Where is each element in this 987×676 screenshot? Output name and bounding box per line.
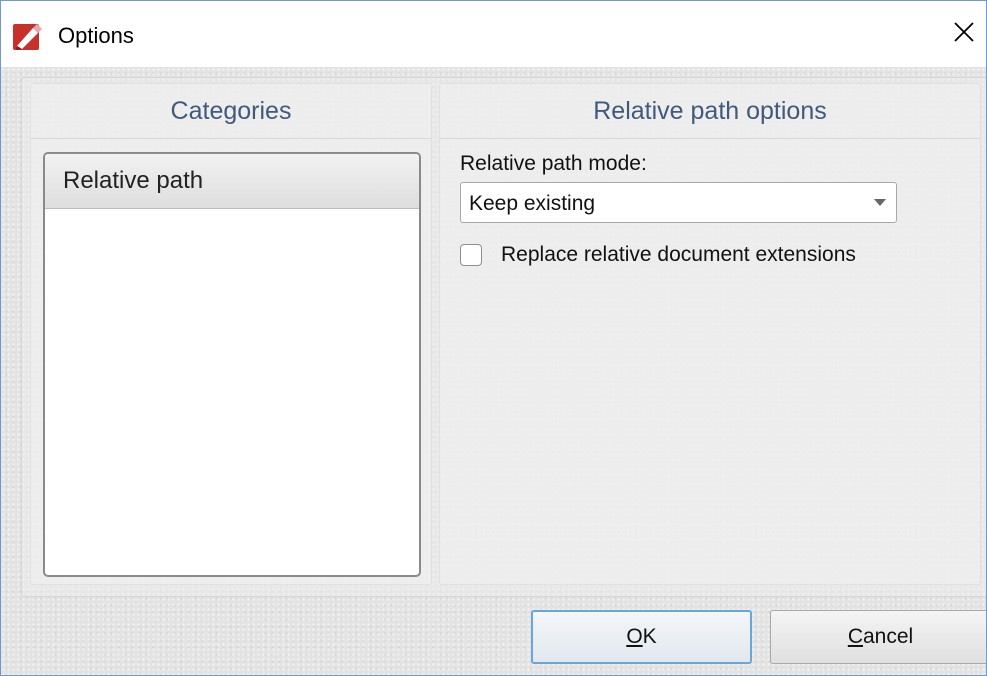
relative-path-mode-value: Keep existing	[469, 192, 596, 215]
cancel-accelerator: C	[847, 625, 863, 648]
close-icon	[953, 21, 975, 48]
ok-label-rest: K	[642, 625, 657, 648]
relative-path-mode-dropdown[interactable]: Keep existing	[460, 182, 897, 223]
cancel-label-rest: ancel	[862, 625, 914, 648]
relative-path-mode-label: Relative path mode:	[460, 152, 647, 175]
cancel-button[interactable]: Cancel	[770, 610, 986, 664]
categories-panel: Categories Relative path	[30, 83, 432, 585]
replace-extensions-checkbox[interactable]	[460, 244, 482, 266]
window-title: Options	[58, 23, 134, 48]
dialog-body: Categories Relative path Relative path o…	[1, 67, 986, 675]
options-dialog: Options Categories Relative path Relativ…	[0, 0, 987, 676]
category-item-label: Relative path	[63, 167, 204, 194]
ok-accelerator: O	[626, 625, 643, 648]
categories-header: Categories	[31, 84, 431, 139]
options-header: Relative path options	[440, 84, 980, 139]
category-item-relative-path[interactable]: Relative path	[45, 154, 419, 209]
categories-list[interactable]: Relative path	[43, 152, 421, 577]
close-button[interactable]	[942, 11, 986, 57]
pdf-editor-logo-icon	[13, 22, 43, 50]
replace-extensions-label: Replace relative document extensions	[501, 243, 856, 266]
ok-button[interactable]: OK	[531, 610, 752, 664]
relative-path-options-panel: Relative path options Relative path mode…	[439, 83, 981, 585]
dropdown-arrow-icon	[874, 199, 886, 206]
replace-extensions-option[interactable]: Replace relative document extensions	[460, 240, 856, 270]
title-bar: Options	[1, 1, 986, 67]
